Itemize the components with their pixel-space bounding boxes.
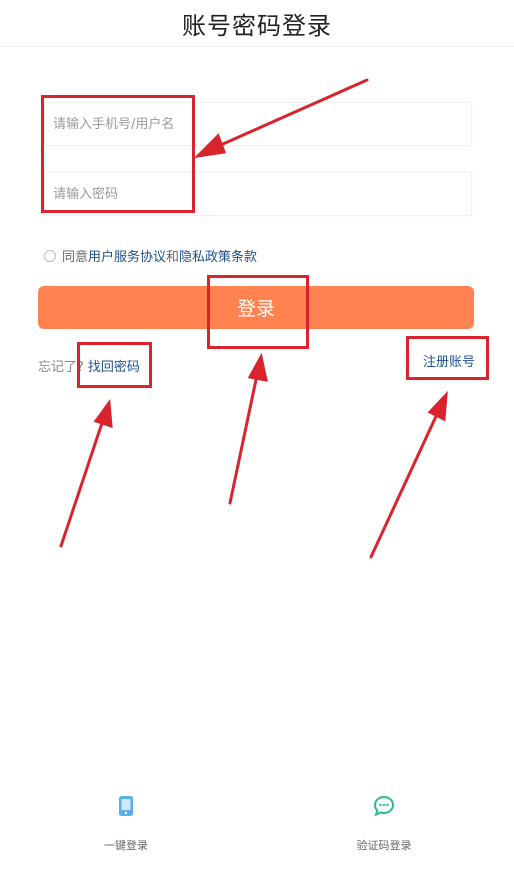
agreement-row: 同意 用户服务协议 和 隐私政策条款 [44, 246, 257, 265]
annotation-box-login [207, 275, 309, 349]
agreement-prefix: 同意 [62, 250, 89, 265]
page-title: 账号密码登录 [182, 12, 332, 40]
one-click-login-label: 一键登录 [104, 839, 148, 852]
sms-login-label: 验证码登录 [356, 839, 412, 852]
header-bar: 账号密码登录 [0, 0, 514, 47]
annotation-box-inputs [41, 95, 195, 213]
annotation-box-register [406, 336, 489, 380]
privacy-policy-link[interactable]: 隐私政策条款 [179, 246, 257, 265]
phone-icon [118, 795, 134, 821]
arrow-to-find-password [59, 398, 113, 548]
agreement-and: 和 [166, 250, 180, 265]
sms-login-button[interactable]: 验证码登录 [324, 795, 444, 853]
user-agreement-link[interactable]: 用户服务协议 [88, 246, 166, 265]
arrow-to-register [369, 390, 448, 559]
one-click-login-button[interactable]: 一键登录 [66, 795, 186, 853]
chat-bubble-icon [373, 795, 395, 821]
annotation-box-find-password [77, 342, 152, 388]
arrow-to-login [228, 352, 268, 505]
agreement-radio[interactable] [44, 249, 56, 262]
